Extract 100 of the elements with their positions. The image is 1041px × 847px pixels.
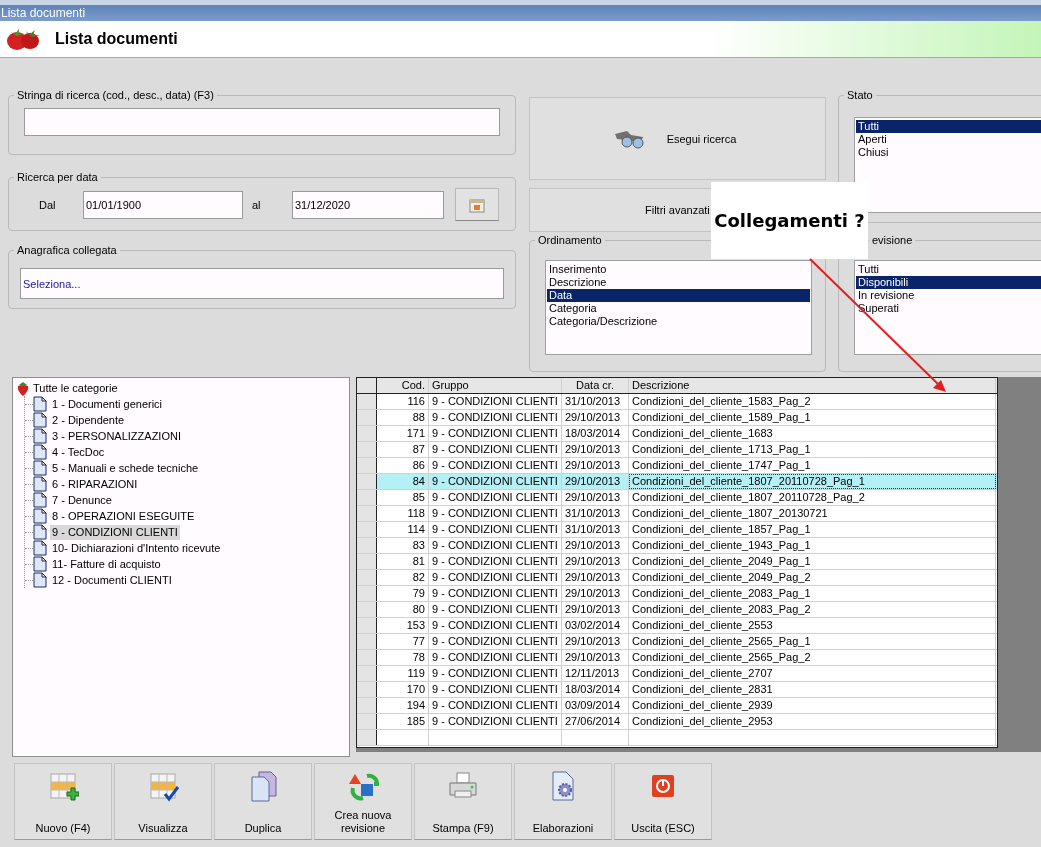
- tree-item[interactable]: Tutte le categorie: [33, 382, 118, 394]
- field-label: Dal: [39, 198, 57, 211]
- registry-field[interactable]: Seleziona...: [20, 268, 504, 299]
- table-row[interactable]: 153 9 - CONDIZIONI CLIENTI 03/02/2014 Condizioni_del_cliente_2553: [357, 618, 997, 634]
- column-header[interactable]: Cod.: [377, 378, 429, 393]
- table-cell: 171: [377, 426, 429, 441]
- tree-item[interactable]: 3 - PERSONALIZZAZIONI: [50, 428, 183, 444]
- calendar-icon: [469, 196, 485, 213]
- toolbar-button[interactable]: Duplica: [214, 763, 312, 840]
- table-cell: 18/03/2014: [562, 682, 629, 697]
- document-icon: [33, 540, 47, 556]
- table-row[interactable]: 194 9 - CONDIZIONI CLIENTI 03/09/2014 Condizioni_del_cliente_2939: [357, 698, 997, 714]
- field-label: al: [251, 198, 262, 211]
- table-row[interactable]: 118 9 - CONDIZIONI CLIENTI 31/10/2013 Condizioni_del_cliente_1807_20130721: [357, 506, 997, 522]
- table-row[interactable]: 85 9 - CONDIZIONI CLIENTI 29/10/2013 Condizioni_del_cliente_1807_20110728_Pag_2: [357, 490, 997, 506]
- table-cell: 29/10/2013: [562, 490, 629, 505]
- list-option[interactable]: Aperti: [856, 133, 1041, 146]
- list-option[interactable]: Data: [547, 289, 810, 302]
- search-field[interactable]: [24, 108, 500, 136]
- list-option[interactable]: Categoria: [547, 302, 810, 315]
- table-cell: Condizioni_del_cliente_1583_Pag_2: [629, 394, 996, 409]
- tree-item[interactable]: 10- Dichiarazioni d'Intento ricevute: [50, 540, 223, 556]
- toolbar-button[interactable]: Elaborazioni: [514, 763, 612, 840]
- table-row[interactable]: 79 9 - CONDIZIONI CLIENTI 29/10/2013 Condizioni_del_cliente_2083_Pag_1: [357, 586, 997, 602]
- table-row[interactable]: 78 9 - CONDIZIONI CLIENTI 29/10/2013 Condizioni_del_cliente_2565_Pag_2: [357, 650, 997, 666]
- table-row[interactable]: 80 9 - CONDIZIONI CLIENTI 29/10/2013 Condizioni_del_cliente_2083_Pag_2: [357, 602, 997, 618]
- tree-item[interactable]: 9 - CONDIZIONI CLIENTI: [50, 524, 180, 540]
- list-option[interactable]: Tutti: [856, 120, 1041, 133]
- table-row[interactable]: 116 9 - CONDIZIONI CLIENTI 31/10/2013 Condizioni_del_cliente_1583_Pag_2: [357, 394, 997, 410]
- column-header[interactable]: Gruppo: [429, 378, 562, 393]
- tree-item[interactable]: 12 - Documenti CLIENTI: [50, 572, 174, 588]
- table-cell: 9 - CONDIZIONI CLIENTI: [429, 698, 562, 713]
- table-cell: 27/06/2014: [562, 714, 629, 729]
- date-field[interactable]: 01/01/1900: [83, 190, 243, 219]
- table-cell: 31/10/2013: [562, 506, 629, 521]
- table-cell: 78: [377, 650, 429, 665]
- table-row[interactable]: 119 9 - CONDIZIONI CLIENTI 12/11/2013 Condizioni_del_cliente_2707: [357, 666, 997, 682]
- table-cell: 9 - CONDIZIONI CLIENTI: [429, 458, 562, 473]
- page-title: Lista documenti: [55, 30, 178, 48]
- tree-item[interactable]: 8 - OPERAZIONI ESEGUITE: [50, 508, 197, 524]
- group-label: Ordinamento: [537, 233, 603, 247]
- tree-item[interactable]: 5 - Manuali e schede tecniche: [50, 460, 201, 476]
- table-row[interactable]: 86 9 - CONDIZIONI CLIENTI 29/10/2013 Condizioni_del_cliente_1747_Pag_1: [357, 458, 997, 474]
- document-icon: [33, 492, 47, 508]
- list-option[interactable]: Chiusi: [856, 146, 1041, 159]
- binoculars-icon: [612, 128, 645, 149]
- table-cell: 03/09/2014: [562, 698, 629, 713]
- table-row[interactable]: 87 9 - CONDIZIONI CLIENTI 29/10/2013 Condizioni_del_cliente_1713_Pag_1: [357, 442, 997, 458]
- list-option[interactable]: Inserimento: [547, 263, 810, 276]
- list-option[interactable]: Descrizione: [547, 276, 810, 289]
- table-cell: 83: [377, 538, 429, 553]
- table-cell: 9 - CONDIZIONI CLIENTI: [429, 442, 562, 457]
- list-option[interactable]: Categoria/Descrizione: [547, 315, 810, 328]
- toolbar-button[interactable]: Crea nuova revisione: [314, 763, 412, 840]
- search-button[interactable]: Esegui ricerca: [529, 97, 826, 180]
- table-cell: Condizioni_del_cliente_2707: [629, 666, 996, 681]
- tree-item[interactable]: 6 - RIPARAZIONI: [50, 476, 140, 492]
- table-cell: 9 - CONDIZIONI CLIENTI: [429, 474, 562, 489]
- table-row[interactable]: 88 9 - CONDIZIONI CLIENTI 29/10/2013 Condizioni_del_cliente_1589_Pag_1: [357, 410, 997, 426]
- toolbar-button[interactable]: Uscita (ESC): [614, 763, 712, 840]
- table-cell: 29/10/2013: [562, 458, 629, 473]
- toolbar-button[interactable]: Stampa (F9): [414, 763, 512, 840]
- tree-item[interactable]: 1 - Documenti generici: [50, 396, 165, 412]
- table-cell: 170: [377, 682, 429, 697]
- toolbar-button[interactable]: Visualizza: [114, 763, 212, 840]
- toolbar-button[interactable]: Nuovo (F4): [14, 763, 112, 840]
- table-cell: 29/10/2013: [562, 442, 629, 457]
- table-row[interactable]: 185 9 - CONDIZIONI CLIENTI 27/06/2014 Condizioni_del_cliente_2953: [357, 714, 997, 730]
- table-cell: Condizioni_del_cliente_1683: [629, 426, 996, 441]
- table-cell: Condizioni_del_cliente_2831: [629, 682, 996, 697]
- document-icon: [33, 412, 47, 428]
- table-row[interactable]: 82 9 - CONDIZIONI CLIENTI 29/10/2013 Condizioni_del_cliente_2049_Pag_2: [357, 570, 997, 586]
- list-option[interactable]: Tutti: [856, 263, 1041, 276]
- calendar-button[interactable]: [455, 188, 499, 221]
- table-cell: 31/10/2013: [562, 522, 629, 537]
- tree-item[interactable]: 2 - Dipendente: [50, 412, 127, 428]
- table-cell: 9 - CONDIZIONI CLIENTI: [429, 490, 562, 505]
- table-row[interactable]: 83 9 - CONDIZIONI CLIENTI 29/10/2013 Condizioni_del_cliente_1943_Pag_1: [357, 538, 997, 554]
- table-add-icon: [47, 770, 79, 802]
- table-cell: 29/10/2013: [562, 410, 629, 425]
- document-icon: [33, 396, 47, 412]
- list-option[interactable]: Disponibili: [856, 276, 1041, 289]
- table-row[interactable]: 81 9 - CONDIZIONI CLIENTI 29/10/2013 Condizioni_del_cliente_2049_Pag_1: [357, 554, 997, 570]
- table-cell: 29/10/2013: [562, 538, 629, 553]
- tree-item[interactable]: 4 - TecDoc: [50, 444, 107, 460]
- table-cell: 86: [377, 458, 429, 473]
- table-row[interactable]: 84 9 - CONDIZIONI CLIENTI 29/10/2013 Condizioni_del_cliente_1807_20110728_Pag_1: [357, 474, 997, 490]
- table-cell: 9 - CONDIZIONI CLIENTI: [429, 634, 562, 649]
- list-option[interactable]: In revisione: [856, 289, 1041, 302]
- table-row[interactable]: 114 9 - CONDIZIONI CLIENTI 31/10/2013 Condizioni_del_cliente_1857_Pag_1: [357, 522, 997, 538]
- date-field[interactable]: 31/12/2020: [292, 190, 444, 219]
- table-row[interactable]: 170 9 - CONDIZIONI CLIENTI 18/03/2014 Condizioni_del_cliente_2831: [357, 682, 997, 698]
- table-cell: 9 - CONDIZIONI CLIENTI: [429, 714, 562, 729]
- document-icon: [33, 428, 47, 444]
- column-header[interactable]: Data cr.: [562, 378, 629, 393]
- table-row[interactable]: 77 9 - CONDIZIONI CLIENTI 29/10/2013 Condizioni_del_cliente_2565_Pag_1: [357, 634, 997, 650]
- tree-item[interactable]: 7 - Denunce: [50, 492, 114, 508]
- table-cell: Condizioni_del_cliente_1713_Pag_1: [629, 442, 996, 457]
- table-row[interactable]: 171 9 - CONDIZIONI CLIENTI 18/03/2014 Condizioni_del_cliente_1683: [357, 426, 997, 442]
- tree-item[interactable]: 11- Fatture di acquisto: [50, 556, 163, 572]
